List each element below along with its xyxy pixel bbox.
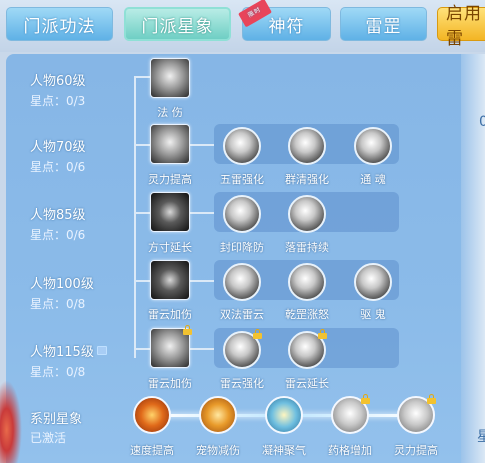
leaf-emblem-icon[interactable] xyxy=(199,396,237,434)
tree-branch xyxy=(134,280,150,282)
tab-label: 雷罡 xyxy=(365,16,402,37)
level-label-60: 人物60级 xyxy=(30,74,86,89)
tab-label: 门派星象 xyxy=(141,16,214,37)
padlock-icon xyxy=(183,325,192,335)
tab-label: 神符 xyxy=(268,16,305,37)
lock-icon xyxy=(96,346,107,355)
skill-name: 封印降防 xyxy=(220,241,264,254)
skill-name: 乾罡涨怒 xyxy=(285,308,329,321)
level-label-115: 人物115级 xyxy=(30,341,107,360)
tree-branch xyxy=(190,212,214,214)
level-text: 人物115级 xyxy=(30,345,94,360)
constellation-node-name: 药格增加 xyxy=(328,444,372,457)
figure-aura-icon[interactable] xyxy=(265,396,303,434)
skill-name: 法 伤 xyxy=(157,106,183,119)
star-points-60: 星点：0/3 xyxy=(30,94,86,108)
decorative-character xyxy=(0,380,22,463)
blade-orb-icon[interactable] xyxy=(288,263,326,301)
tree-branch xyxy=(134,76,150,78)
tab-bar: 门派功法 门派星象 限时 神符 雷罡 启用雷 xyxy=(0,0,485,52)
constellation-node-name: 凝神聚气 xyxy=(262,444,306,457)
meditating-figure-icon[interactable] xyxy=(150,58,190,98)
enable-label: 启用雷 xyxy=(446,4,482,49)
tree-branch xyxy=(134,348,150,350)
right-partial-text: 0 xyxy=(479,114,485,130)
double-talisman-icon[interactable] xyxy=(223,263,261,301)
star-points-115: 星点：0/8 xyxy=(30,365,86,379)
limited-badge: 限时 xyxy=(238,0,272,28)
skill-name: 雷云加伤 xyxy=(148,308,192,321)
skill-name: 雷云延长 xyxy=(285,377,329,390)
skill-name: 双法雷云 xyxy=(220,308,264,321)
skill-name: 雷云加伤 xyxy=(148,377,192,390)
padlock-icon xyxy=(361,394,370,404)
tab-divine-talisman[interactable]: 限时 神符 xyxy=(238,0,331,41)
constellation-node-name: 灵力提高 xyxy=(394,444,438,457)
star-panel xyxy=(6,54,461,463)
skill-name: 五雷强化 xyxy=(220,173,264,186)
skill-name: 雷云强化 xyxy=(220,377,264,390)
burst-emblem-icon[interactable] xyxy=(397,394,436,434)
right-panel-edge: 0 星 xyxy=(461,54,485,463)
right-partial-link[interactable]: 星 xyxy=(477,426,485,446)
lightning-orb-icon[interactable] xyxy=(223,127,261,165)
constellation-status: 已激活 xyxy=(30,431,67,445)
tree-branch xyxy=(134,212,150,214)
constellation-node-name: 速度提高 xyxy=(130,444,174,457)
tree-branch xyxy=(190,144,214,146)
cloud-orb-icon[interactable] xyxy=(223,329,262,369)
talisman-orb-icon[interactable] xyxy=(288,195,326,233)
star-points-85: 星点：0/6 xyxy=(30,228,86,242)
tab-label: 门派功法 xyxy=(23,16,96,37)
fire-emblem-icon[interactable] xyxy=(133,396,171,434)
star-points-70: 星点：0/6 xyxy=(30,160,86,174)
padlock-icon xyxy=(318,329,327,339)
cloud-strike-icon[interactable] xyxy=(150,325,192,368)
skill-name: 落雷持续 xyxy=(285,241,329,254)
skill-name: 群清强化 xyxy=(285,173,329,186)
tab-thunder[interactable]: 雷罡 xyxy=(340,7,427,41)
tab-sect-skills[interactable]: 门派功法 xyxy=(6,7,113,41)
power-surge-icon[interactable] xyxy=(150,124,190,164)
thunder-strike-icon[interactable] xyxy=(150,192,190,232)
level-label-70: 人物70级 xyxy=(30,140,86,155)
constellation-node-name: 宠物减伤 xyxy=(196,444,240,457)
star-points-100: 星点：0/8 xyxy=(30,297,86,311)
skill-name: 灵力提高 xyxy=(148,173,192,186)
tab-sect-constellation[interactable]: 门派星象 xyxy=(124,7,231,41)
level-label-85: 人物85级 xyxy=(30,208,86,223)
skill-name: 驱 鬼 xyxy=(360,308,386,321)
tree-branch xyxy=(190,348,214,350)
skill-name: 方寸延长 xyxy=(148,241,192,254)
talisman-scroll-icon[interactable] xyxy=(150,260,190,300)
constellation-title: 系别星象 xyxy=(30,412,83,427)
level-label-100: 人物100级 xyxy=(30,277,94,292)
spirit-orb-icon[interactable] xyxy=(354,127,392,165)
skill-name: 通 魂 xyxy=(360,173,386,186)
enable-button[interactable]: 启用雷 xyxy=(437,4,485,49)
cloud-extend-icon[interactable] xyxy=(288,329,327,369)
sword-orb-icon[interactable] xyxy=(288,127,326,165)
tree-branch xyxy=(134,144,150,146)
cloud-emblem-icon[interactable] xyxy=(331,394,370,434)
padlock-icon xyxy=(427,394,436,404)
tree-branch xyxy=(190,280,214,282)
seal-orb-icon[interactable] xyxy=(223,195,261,233)
padlock-icon xyxy=(253,329,262,339)
ghost-orb-icon[interactable] xyxy=(354,263,392,301)
